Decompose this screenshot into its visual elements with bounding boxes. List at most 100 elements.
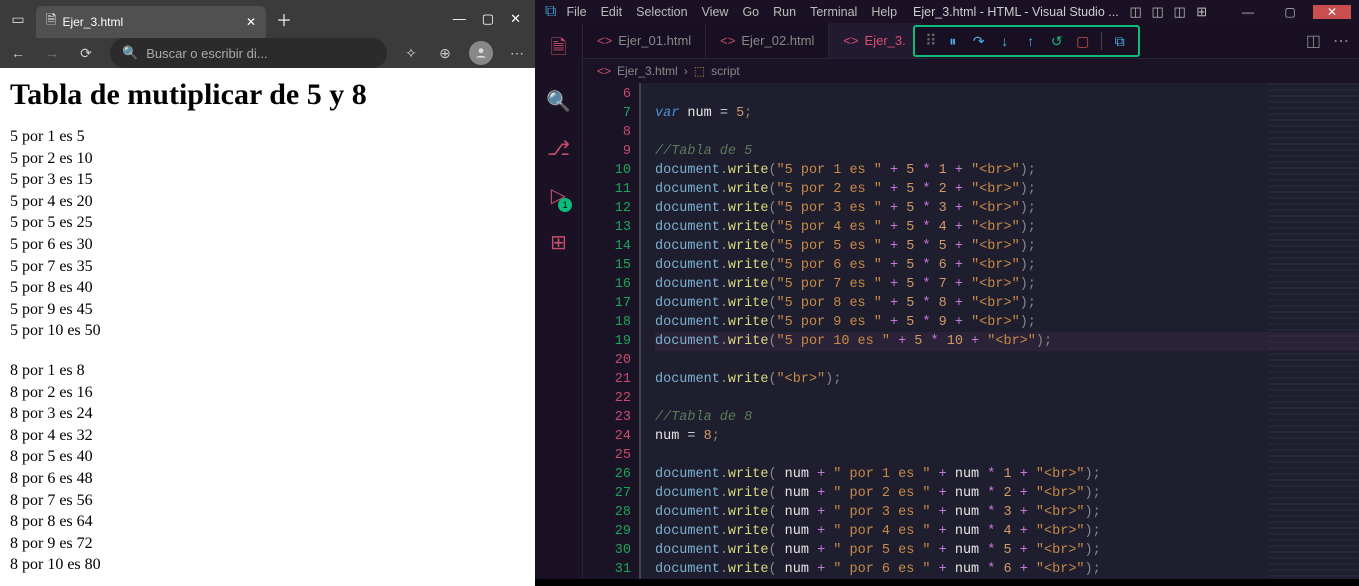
explorer-icon[interactable]: 🗎 [550,33,566,67]
tab-label: Ejer_3. [865,33,906,48]
minimize-button[interactable]: ― [1229,5,1267,19]
new-tab-button[interactable]: ＋ [276,7,292,31]
line-number: 12 [583,199,631,218]
code-line[interactable]: document.write("5 por 4 es " + 5 * 4 + "… [655,218,1359,237]
layout-icon[interactable]: ⊞ [1193,4,1211,20]
layout-controls[interactable]: ◫ ◫ ◫ ⊞ [1127,4,1211,20]
code-line[interactable]: document.write("5 por 1 es " + 5 * 1 + "… [655,161,1359,180]
more-actions-icon[interactable]: ⋯ [1333,31,1349,51]
line-number: 17 [583,294,631,313]
split-editor-icon[interactable]: ◫ [1306,31,1321,51]
line-number: 30 [583,541,631,560]
code-line[interactable]: document.write("5 por 3 es " + 5 * 3 + "… [655,199,1359,218]
maximize-button[interactable]: ▢ [482,11,494,27]
code-line[interactable]: document.write("5 por 2 es " + 5 * 2 + "… [655,180,1359,199]
address-bar[interactable]: 🔍 Buscar o escribir di... [110,38,387,68]
editor-tab[interactable]: <>Ejer_3. [829,23,920,58]
line-number: 28 [583,503,631,522]
layout-icon[interactable]: ◫ [1171,4,1189,20]
code-line[interactable]: document.write("5 por 6 es " + 5 * 6 + "… [655,256,1359,275]
code-line[interactable]: var num = 5; [655,104,1359,123]
collections-button[interactable]: ⊕ [435,45,455,62]
close-button[interactable]: ✕ [1313,5,1351,19]
code-line[interactable]: document.write( num + " por 3 es " + num… [655,503,1359,522]
code-line[interactable]: document.write("5 por 9 es " + 5 * 9 + "… [655,313,1359,332]
pause-icon[interactable]: ⏸ [945,33,961,50]
profile-avatar[interactable] [469,41,493,65]
line-number: 25 [583,446,631,465]
tab-label: Ejer_01.html [618,33,691,48]
maximize-button[interactable]: ▢ [1271,5,1309,19]
step-out-icon[interactable]: ↑ [1023,33,1039,49]
extensions-icon[interactable]: ⊞ [550,230,567,255]
minimize-button[interactable]: ― [453,11,466,27]
debug-toolbar[interactable]: ⠿ ⏸ ↷ ↓ ↑ ↺ ▢ ⧉ [913,25,1140,57]
code-content[interactable]: var num = 5; //Tabla de 5document.write(… [639,83,1359,579]
line-number: 8 [583,123,631,142]
code-line[interactable] [655,85,1359,104]
editor-tab[interactable]: <> Ejer_01.html [583,23,706,58]
code-line[interactable]: document.write( num + " por 6 es " + num… [655,560,1359,579]
code-line[interactable]: document.write("5 por 5 es " + 5 * 5 + "… [655,237,1359,256]
menu-item[interactable]: Run [773,5,796,19]
table-row: 5 por 8 es 40 [10,277,525,299]
menu-item[interactable]: Edit [601,5,623,19]
menu-bar: File Edit Selection View Go Run Terminal Help [566,5,897,19]
favorites-button[interactable]: ✧ [401,45,421,62]
file-icon: 🗎 [46,11,56,33]
code-line[interactable]: num = 8; [655,427,1359,446]
breadcrumb-symbol[interactable]: script [711,64,740,78]
more-button[interactable]: ⋯ [507,45,527,62]
code-line[interactable]: document.write( num + " por 4 es " + num… [655,522,1359,541]
breadcrumb-file[interactable]: Ejer_3.html [617,64,678,78]
editor-tab[interactable]: <>Ejer_02.html [706,23,829,58]
step-into-icon[interactable]: ↓ [997,33,1013,49]
code-line[interactable] [655,389,1359,408]
menu-item[interactable]: Go [742,5,759,19]
table-row: 8 por 5 es 40 [10,446,525,468]
layout-icon[interactable]: ◫ [1149,4,1167,20]
menu-item[interactable]: View [702,5,729,19]
minimap[interactable] [1269,83,1359,579]
run-debug-icon[interactable]: ▷ 1 [551,183,566,208]
refresh-button[interactable]: ⟳ [76,45,96,62]
line-number: 10 [583,161,631,180]
table-row: 5 por 1 es 5 [10,126,525,148]
stop-icon[interactable]: ▢ [1075,33,1091,50]
code-line[interactable]: //Tabla de 5 [655,142,1359,161]
close-icon[interactable]: ✕ [246,15,256,29]
multiplication-table-8: 8 por 1 es 88 por 2 es 168 por 3 es 248 … [10,360,525,576]
code-line[interactable]: //Tabla de 8 [655,408,1359,427]
code-line[interactable]: document.write("5 por 8 es " + 5 * 8 + "… [655,294,1359,313]
menu-item[interactable]: Selection [636,5,687,19]
html-file-icon: <> [597,64,611,78]
code-line[interactable]: document.write("<br>"); [655,370,1359,389]
tab-actions-icon[interactable]: ▭ [8,9,28,29]
line-number: 27 [583,484,631,503]
menu-item[interactable]: Help [871,5,897,19]
menu-item[interactable]: Terminal [810,5,857,19]
open-browser-icon[interactable]: ⧉ [1112,33,1128,50]
code-line[interactable] [655,351,1359,370]
code-editor[interactable]: 6789101112131415161718192021222324252627… [583,83,1359,579]
back-button[interactable]: ← [8,45,28,61]
code-line[interactable]: document.write( num + " por 1 es " + num… [655,465,1359,484]
close-button[interactable]: ✕ [510,11,521,27]
code-line[interactable]: document.write("5 por 10 es " + 5 * 10 +… [655,332,1359,351]
browser-tab[interactable]: 🗎 Ejer_3.html ✕ [36,6,266,38]
code-line[interactable]: document.write("5 por 7 es " + 5 * 7 + "… [655,275,1359,294]
code-line[interactable] [655,446,1359,465]
restart-icon[interactable]: ↺ [1049,33,1065,50]
source-control-icon[interactable]: ⎇ [547,136,570,161]
drag-handle-icon[interactable]: ⠿ [925,31,935,51]
menu-item[interactable]: File [566,5,586,19]
code-line[interactable]: document.write( num + " por 5 es " + num… [655,541,1359,560]
step-over-icon[interactable]: ↷ [971,33,987,50]
search-icon[interactable]: 🔍 [546,89,571,114]
line-number: 22 [583,389,631,408]
breadcrumbs[interactable]: <> Ejer_3.html › ⬚ script [583,59,1359,83]
html-file-icon: <> [597,33,612,48]
code-line[interactable] [655,123,1359,142]
code-line[interactable]: document.write( num + " por 2 es " + num… [655,484,1359,503]
layout-icon[interactable]: ◫ [1127,4,1145,20]
